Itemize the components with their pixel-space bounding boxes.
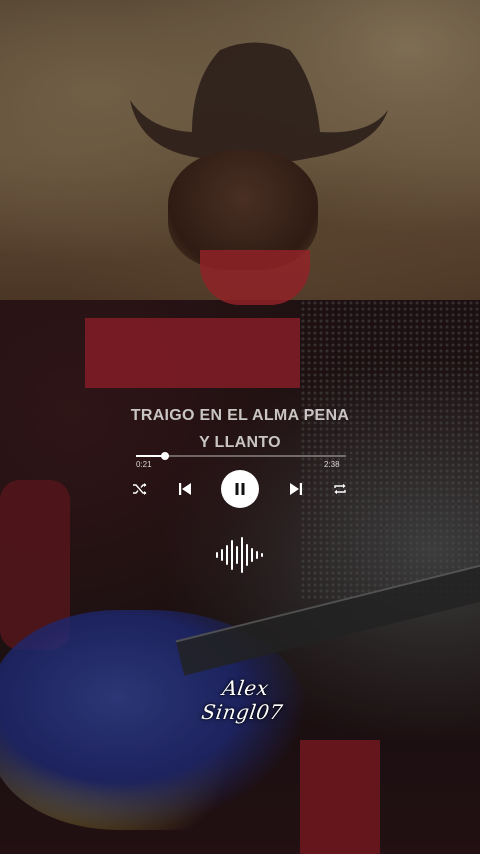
skip-previous-icon (178, 483, 191, 495)
total-time: 2:38 (324, 460, 340, 469)
music-player-overlay: TRAIGO EN EL ALMA PENA Y LLANTO 0:21 2:3… (0, 0, 480, 854)
song-title-line-1: TRAIGO EN EL ALMA PENA (130, 407, 350, 424)
progress-thumb[interactable] (161, 452, 170, 460)
shuffle-icon (133, 483, 147, 495)
song-title: TRAIGO EN EL ALMA PENA Y LLANTO (90, 402, 390, 456)
pause-button[interactable] (221, 470, 259, 508)
repeat-icon (334, 483, 346, 495)
previous-button[interactable] (178, 482, 192, 496)
song-title-line-2: Y LLANTO (199, 434, 281, 451)
audio-waveform-icon (216, 537, 263, 573)
playback-controls (132, 470, 348, 508)
skip-next-icon (289, 483, 302, 495)
progress-track[interactable] (136, 452, 346, 460)
repeat-button[interactable] (332, 482, 348, 496)
watermark-signature: Alex Singl07 (200, 676, 285, 724)
pause-icon (235, 483, 245, 495)
shuffle-button[interactable] (132, 482, 148, 496)
current-time: 0:21 (136, 460, 152, 469)
next-button[interactable] (289, 482, 303, 496)
